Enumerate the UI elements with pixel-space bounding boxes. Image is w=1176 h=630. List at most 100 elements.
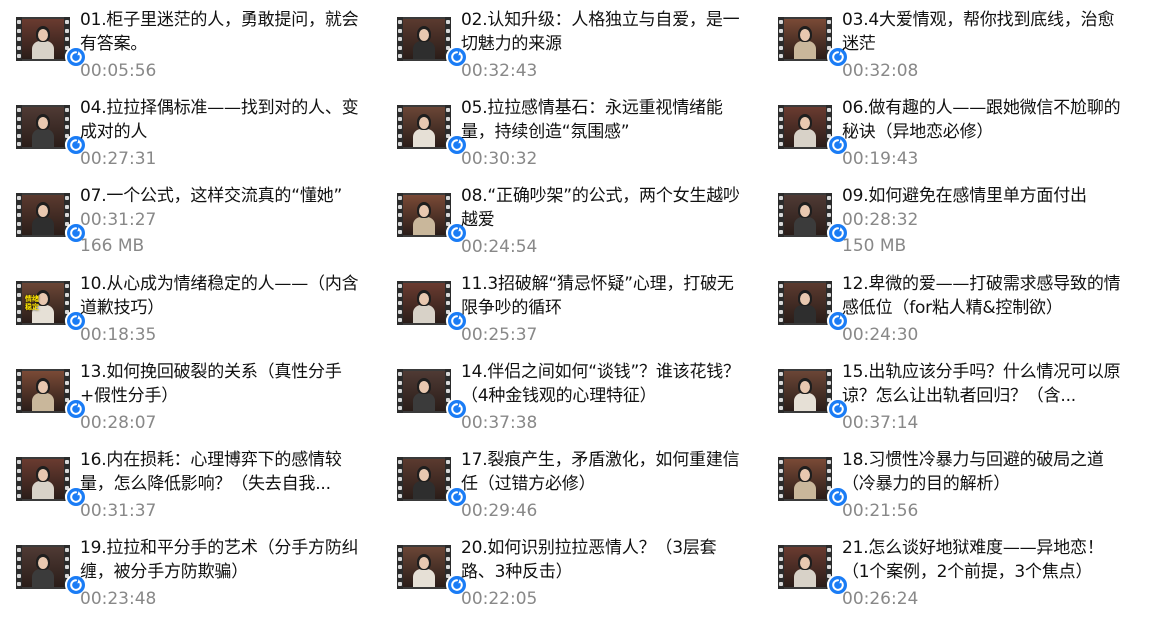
video-file-item[interactable]: 08.“正确吵架”的公式，两个女生越吵越爱 00:24:54 xyxy=(381,184,751,264)
film-hole xyxy=(398,54,402,58)
presenter-face xyxy=(800,557,810,569)
video-file-item[interactable]: 02.认知升级：人格独立与自爱，是一切魅力的来源 00:32:43 xyxy=(381,8,751,88)
presenter-face xyxy=(419,117,429,129)
film-hole xyxy=(779,108,783,112)
video-file-item[interactable]: 05.拉拉感情基石：永远重视情绪能量，持续创造“氛围感” 00:30:32 xyxy=(381,96,751,176)
video-thumbnail xyxy=(778,457,849,508)
video-file-item[interactable]: 14.伴侣之间如何“谈钱”？谁该花钱？（4种金钱观的心理特征） 00:37:38 xyxy=(381,360,751,440)
video-title: 19.拉拉和平分手的艺术（分手方防纠缠，被分手方防欺骗） xyxy=(80,538,359,582)
video-file-item[interactable]: 20.如何识别拉拉恶情人？（3层套路、3种反击） 00:22:05 xyxy=(381,536,751,616)
film-hole xyxy=(827,125,831,129)
film-hole xyxy=(65,380,69,385)
film-hole xyxy=(17,292,21,297)
film-hole xyxy=(398,221,402,226)
film-hole xyxy=(827,372,831,376)
video-file-item[interactable]: 01.柜子里迷茫的人，勇敢提问，就会有答案。 00:05:56 xyxy=(0,8,370,88)
film-hole xyxy=(446,284,450,288)
film-hole xyxy=(398,309,402,314)
film-hole xyxy=(779,37,783,41)
film-hole xyxy=(65,20,69,24)
video-file-item[interactable]: 03.4大爱情观，帮你找到底线，治愈迷茫 00:32:08 xyxy=(762,8,1132,88)
video-duration: 00:32:08 xyxy=(842,61,919,81)
film-hole xyxy=(398,213,402,217)
film-hole xyxy=(398,196,402,200)
video-duration: 00:26:24 xyxy=(842,589,919,609)
film-hole xyxy=(17,116,21,121)
film-hole xyxy=(17,556,21,561)
film-hole xyxy=(398,406,402,410)
film-hole xyxy=(17,565,21,569)
film-hole xyxy=(17,460,21,464)
film-hole xyxy=(827,477,831,481)
video-title: 21.怎么谈好地狱难度——异地恋！（1个案例，2个前提，3个焦点） xyxy=(842,538,1104,582)
video-file-item[interactable]: 11.3招破解“猜忌怀疑”心理，打破无限争吵的循环 00:25:37 xyxy=(381,272,751,352)
video-file-item[interactable]: 17.裂痕产生，矛盾激化，如何重建信任（过错方必修） 00:29:46 xyxy=(381,448,751,528)
film-hole xyxy=(827,301,831,305)
film-hole xyxy=(827,284,831,288)
video-file-item[interactable]: 21.怎么谈好地狱难度——异地恋！（1个案例，2个前提，3个焦点） 00:26:2… xyxy=(762,536,1132,616)
video-file-item[interactable]: 09.如何避免在感情里单方面付出 00:28:32 150 MB xyxy=(762,184,1132,264)
film-hole xyxy=(446,565,450,569)
film-hole xyxy=(446,213,450,217)
video-file-item[interactable]: 15.出轨应该分手吗？什么情况可以原谅？怎么让出轨者回归？（含... 00:37:… xyxy=(762,360,1132,440)
film-hole xyxy=(17,284,21,288)
film-hole xyxy=(17,468,21,473)
film-hole xyxy=(779,477,783,481)
presenter-body xyxy=(32,481,54,499)
film-hole xyxy=(779,45,783,50)
presenter-face xyxy=(800,381,810,393)
film-hole xyxy=(398,108,402,112)
film-hole xyxy=(17,108,21,112)
film-hole xyxy=(17,582,21,586)
film-hole xyxy=(827,380,831,385)
film-hole xyxy=(779,213,783,217)
film-hole xyxy=(398,204,402,209)
film-hole xyxy=(446,108,450,112)
video-frame xyxy=(22,459,64,499)
file-size: 166 MB xyxy=(80,236,145,256)
video-duration: 00:37:38 xyxy=(461,413,538,433)
video-file-item[interactable]: 19.拉拉和平分手的艺术（分手方防纠缠，被分手方防欺骗） 00:23:48 xyxy=(0,536,370,616)
film-hole xyxy=(446,548,450,552)
film-hole xyxy=(398,292,402,297)
presenter-face xyxy=(419,557,429,569)
video-frame xyxy=(403,459,445,499)
video-frame xyxy=(22,19,64,59)
video-file-item[interactable]: 12.卑微的爱——打破需求感导致的情感低位（for粘人精&控制欲） 00:24:3… xyxy=(762,272,1132,352)
film-hole xyxy=(446,556,450,561)
film-hole xyxy=(827,292,831,297)
film-hole xyxy=(827,460,831,464)
film-hole xyxy=(17,221,21,226)
video-file-item[interactable]: 07.一个公式，这样交流真的“懂她” 00:31:27 166 MB xyxy=(0,184,370,264)
film-hole xyxy=(398,582,402,586)
video-title: 11.3招破解“猜忌怀疑”心理，打破无限争吵的循环 xyxy=(461,274,734,318)
film-hole xyxy=(779,372,783,376)
video-file-item[interactable]: 04.拉拉择偶标准——找到对的人、变成对的人 00:27:31 xyxy=(0,96,370,176)
film-hole xyxy=(446,125,450,129)
video-file-item[interactable]: 16.内在损耗：心理博弈下的感情较量，怎么降低影响？（失去自我... 00:31:… xyxy=(0,448,370,528)
film-hole xyxy=(827,565,831,569)
film-hole xyxy=(446,477,450,481)
video-file-item[interactable]: 18.习惯性冷暴力与回避的破局之道（冷暴力的目的解析） 00:21:56 xyxy=(762,448,1132,528)
video-file-item[interactable]: 13.如何挽回破裂的关系（真性分手+假性分手） 00:28:07 xyxy=(0,360,370,440)
video-duration: 00:37:14 xyxy=(842,413,919,433)
video-file-item[interactable]: 情绪稳定 10.从心成为情绪稳定的人——（内含道歉技巧） 00:18:35 xyxy=(0,272,370,352)
film-hole xyxy=(398,45,402,50)
presenter-body xyxy=(794,481,816,499)
video-thumbnail xyxy=(778,193,849,244)
film-hole xyxy=(827,196,831,200)
video-file-item[interactable]: 06.做有趣的人——跟她微信不尬聊的秘诀（异地恋必修） 00:19:43 xyxy=(762,96,1132,176)
video-title: 09.如何避免在感情里单方面付出 xyxy=(842,186,1087,206)
film-hole xyxy=(779,20,783,24)
film-hole xyxy=(827,556,831,561)
film-hole xyxy=(65,116,69,121)
film-hole xyxy=(17,54,21,58)
film-hole xyxy=(446,389,450,393)
film-hole xyxy=(17,213,21,217)
film-hole xyxy=(446,28,450,33)
presenter-body xyxy=(413,305,435,323)
film-hole xyxy=(827,116,831,121)
film-hole xyxy=(17,389,21,393)
film-hole xyxy=(17,309,21,314)
video-title: 05.拉拉感情基石：永远重视情绪能量，持续创造“氛围感” xyxy=(461,98,723,142)
